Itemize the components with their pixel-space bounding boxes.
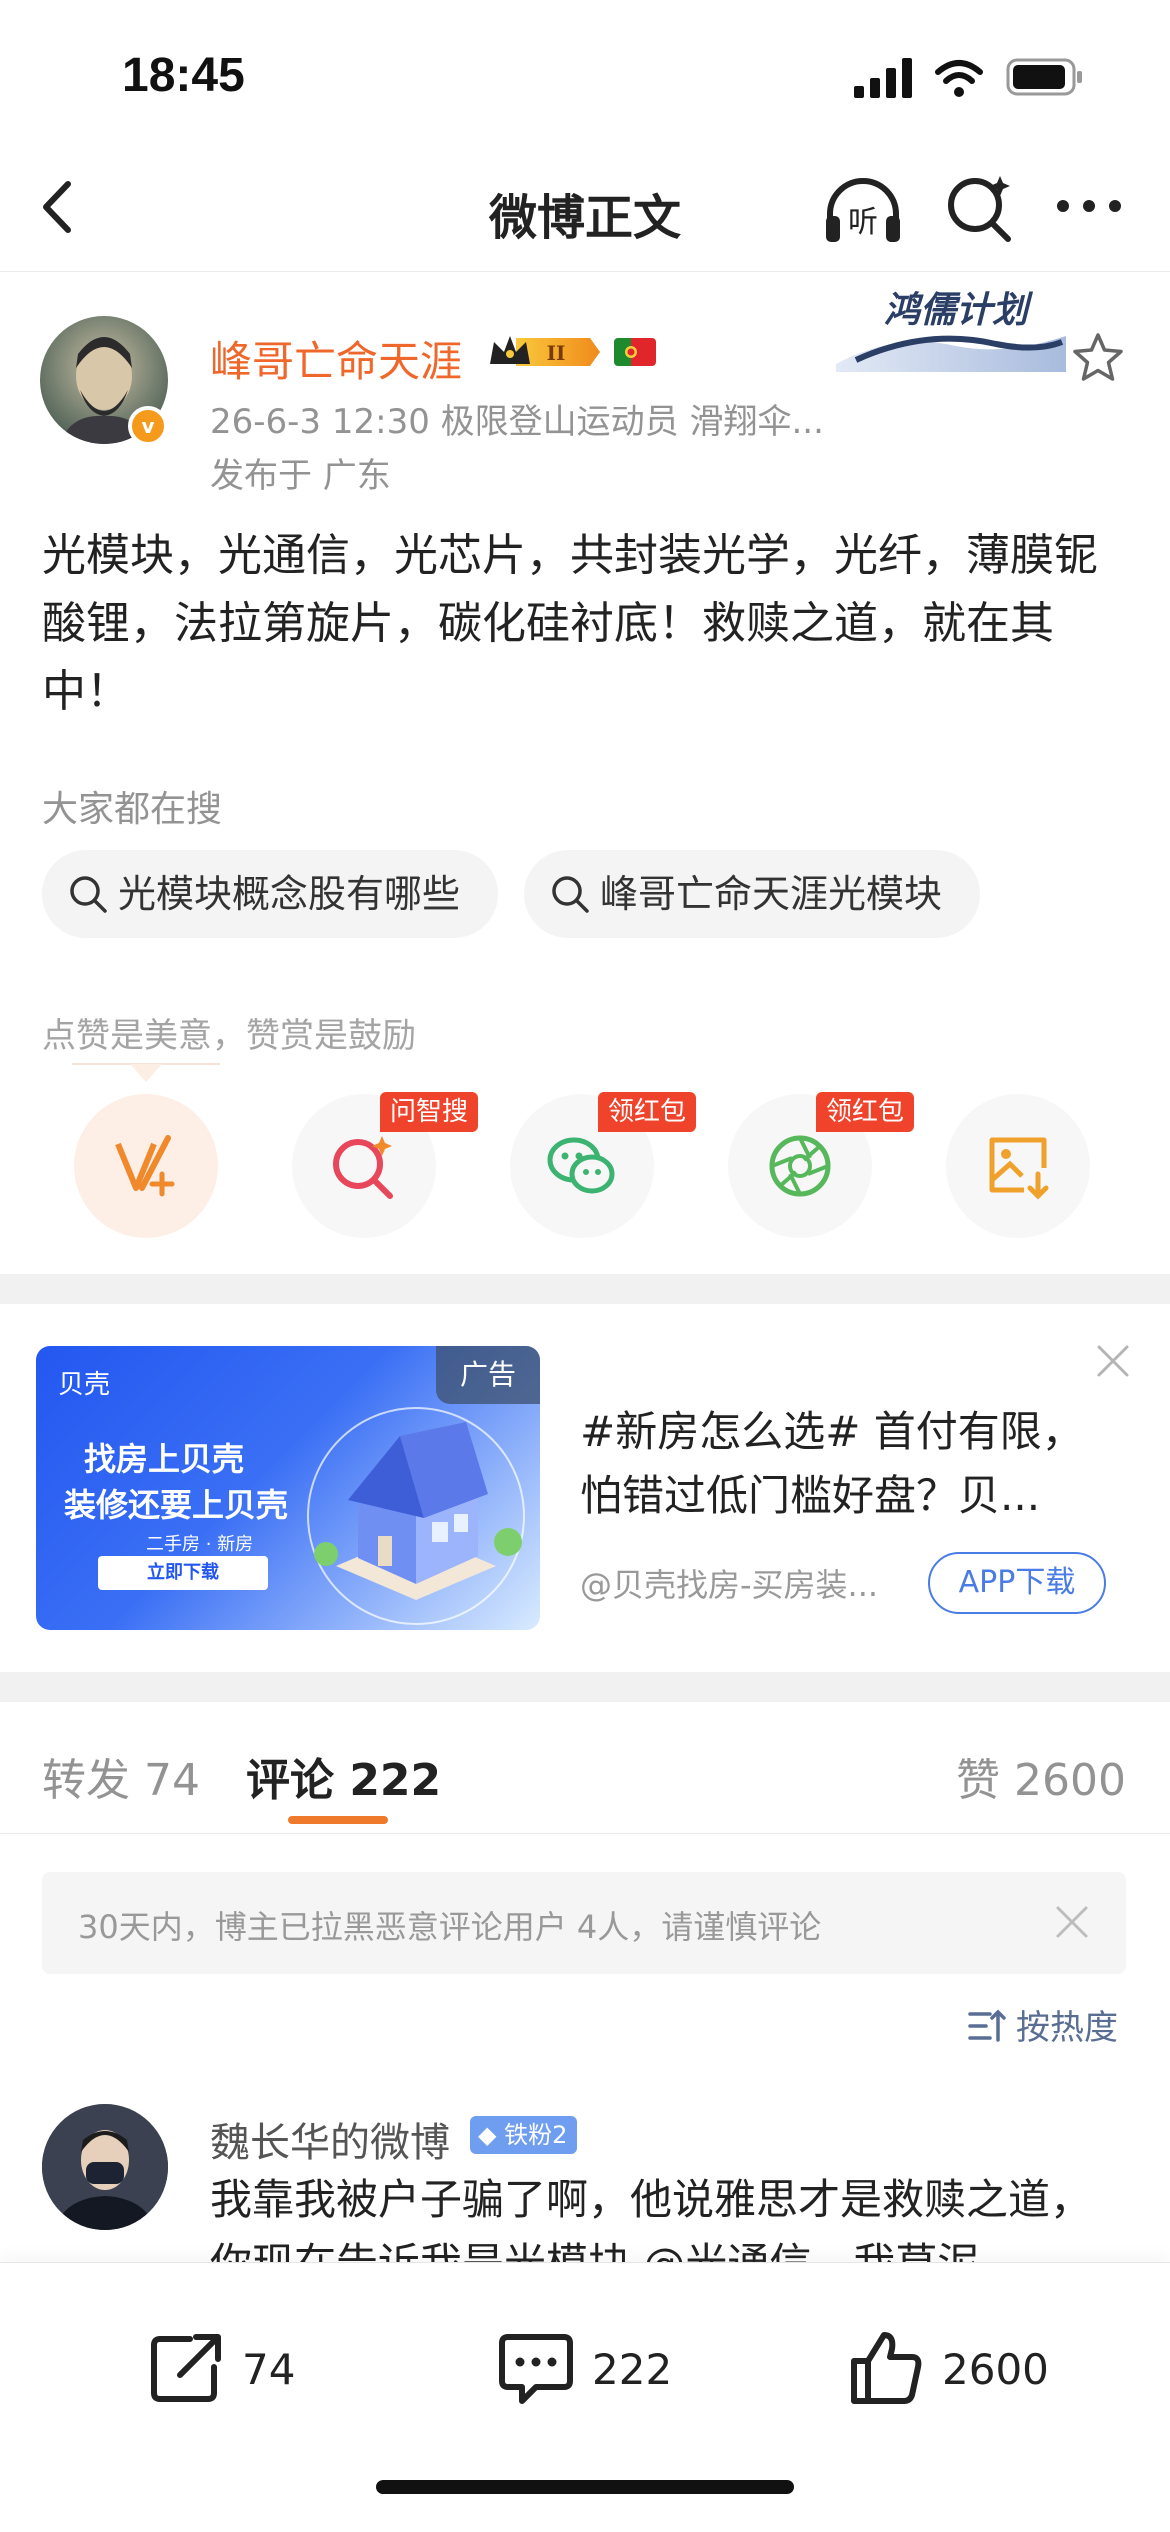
moments-aperture-icon	[769, 1135, 831, 1197]
ad-image-button: 立即下载	[98, 1556, 268, 1590]
like-hint-text: 点赞是美意，赞赏是鼓励	[42, 1016, 416, 1056]
search-chip[interactable]: 光模块概念股有哪些	[42, 850, 498, 938]
trending-search-title: 大家都在搜	[42, 789, 223, 830]
fan-level-text: 铁粉2	[504, 2121, 568, 2149]
repost-icon	[151, 2334, 221, 2402]
repost-button[interactable]: 74	[146, 2323, 326, 2413]
close-icon[interactable]	[1054, 1904, 1090, 1940]
post-meta: 26-6-3 12:30 极限登山运动员 滑翔伞...	[210, 402, 824, 442]
ad-slogan-line1: 找房上贝壳	[84, 1440, 245, 1478]
ad-label: 广告	[436, 1346, 540, 1404]
section-divider	[0, 1672, 1170, 1702]
level-crown-badge[interactable]: II	[486, 330, 604, 374]
close-icon[interactable]	[1094, 1342, 1132, 1380]
hint-pointer	[72, 1063, 220, 1082]
plan-badge[interactable]: 鸿儒计划	[836, 272, 1066, 372]
app-download-button[interactable]: APP下载	[928, 1552, 1106, 1614]
ad-text[interactable]: #新房怎么选# 首付有限，怕错过低门槛好盘？贝...	[580, 1400, 1120, 1528]
repost-count: 74	[242, 2345, 296, 2394]
home-indicator[interactable]	[376, 2480, 794, 2494]
ad-image[interactable]: 贝壳 找房上贝壳 装修还要上贝壳 二手房 · 新房 立即下载 广告	[36, 1346, 540, 1630]
comment-bubble-icon	[499, 2334, 573, 2404]
search-chip-label: 光模块概念股有哪些	[118, 872, 461, 916]
section-divider	[0, 1274, 1170, 1304]
like-button[interactable]: 2600	[846, 2323, 1076, 2413]
house-illustration	[307, 1407, 525, 1625]
save-image-button[interactable]	[946, 1094, 1090, 1238]
favorite-star-icon[interactable]	[1070, 330, 1126, 386]
comment-text: 我靠我被户子骗了啊，他说雅思才是救赎之道，你现在告诉我是光模块 @光通信，我草泥	[210, 2175, 1093, 2264]
status-time: 18:45	[122, 49, 245, 102]
author-name[interactable]: 峰哥亡命天涯	[210, 328, 462, 389]
ad-slogan-line2: 装修还要上贝壳	[64, 1486, 289, 1524]
red-packet-tag: 领红包	[598, 1092, 697, 1132]
nav-bar: 微博正文 听	[0, 150, 1170, 272]
sort-label: 按热度	[1016, 2008, 1118, 2048]
commenter-name[interactable]: 魏长华的微博	[210, 2110, 450, 2168]
level-badge-text: II	[547, 341, 566, 365]
reward-button[interactable]	[74, 1094, 218, 1238]
sort-icon	[968, 2009, 1006, 2042]
status-bar: 18:45	[0, 0, 1170, 150]
verified-badge: v	[128, 406, 168, 446]
thumb-up-icon	[851, 2332, 922, 2404]
feedback-tabs: 转发 74 评论 222 赞 2600	[0, 1700, 1170, 1834]
comment-button[interactable]: 222	[496, 2323, 696, 2413]
search-icon	[70, 876, 107, 913]
search-chip-label: 峰哥亡命天涯光模块	[600, 872, 943, 916]
tab-like[interactable]: 赞 2600	[956, 1744, 1126, 1808]
fan-level-badge: ◆ 铁粉2	[470, 2116, 578, 2154]
search-icon	[552, 876, 589, 913]
battery-icon	[1006, 58, 1082, 96]
tab-comment[interactable]: 评论 222	[246, 1744, 441, 1808]
search-chip[interactable]: 峰哥亡命天涯光模块	[524, 850, 980, 938]
reward-v-plus-icon	[115, 1135, 175, 1197]
cellular-signal-icon	[854, 58, 912, 98]
like-count: 2600	[942, 2345, 1049, 2394]
ai-search-icon	[333, 1136, 393, 1199]
listen-headphone-icon[interactable]: 听	[820, 170, 906, 250]
plan-badge-text: 鸿儒计划	[884, 289, 1034, 331]
more-icon[interactable]	[1054, 188, 1124, 224]
wifi-icon	[935, 60, 983, 97]
portugal-flag-icon	[614, 338, 656, 366]
wechat-icon	[547, 1137, 615, 1194]
post-location: 发布于 广东	[210, 456, 391, 496]
commenter-avatar[interactable]	[42, 2104, 168, 2230]
tab-repost[interactable]: 转发 74	[42, 1744, 200, 1808]
save-image-icon	[989, 1137, 1049, 1200]
active-tab-indicator	[288, 1816, 388, 1824]
post-text: 光模块，光通信，光芯片，共封装光学，光纤，薄膜铌酸锂，法拉第旋片，碳化硅衬底！救…	[42, 530, 1098, 717]
ai-search-tag: 问智搜	[380, 1092, 479, 1132]
listen-icon-label: 听	[848, 205, 878, 240]
ad-source[interactable]: @贝壳找房-买房装...	[580, 1560, 924, 1606]
block-notice: 30天内，博主已拉黑恶意评论用户 4人，请谨慎评论	[42, 1872, 1126, 1974]
comment-count: 222	[592, 2345, 673, 2394]
ad-brand-logo: 贝壳	[58, 1370, 111, 1400]
block-notice-text: 30天内，博主已拉黑恶意评论用户 4人，请谨慎评论	[78, 1908, 822, 1946]
red-packet-tag: 领红包	[816, 1092, 915, 1132]
ad-subline: 二手房 · 新房	[146, 1534, 254, 1555]
ai-search-icon[interactable]	[944, 172, 1016, 244]
